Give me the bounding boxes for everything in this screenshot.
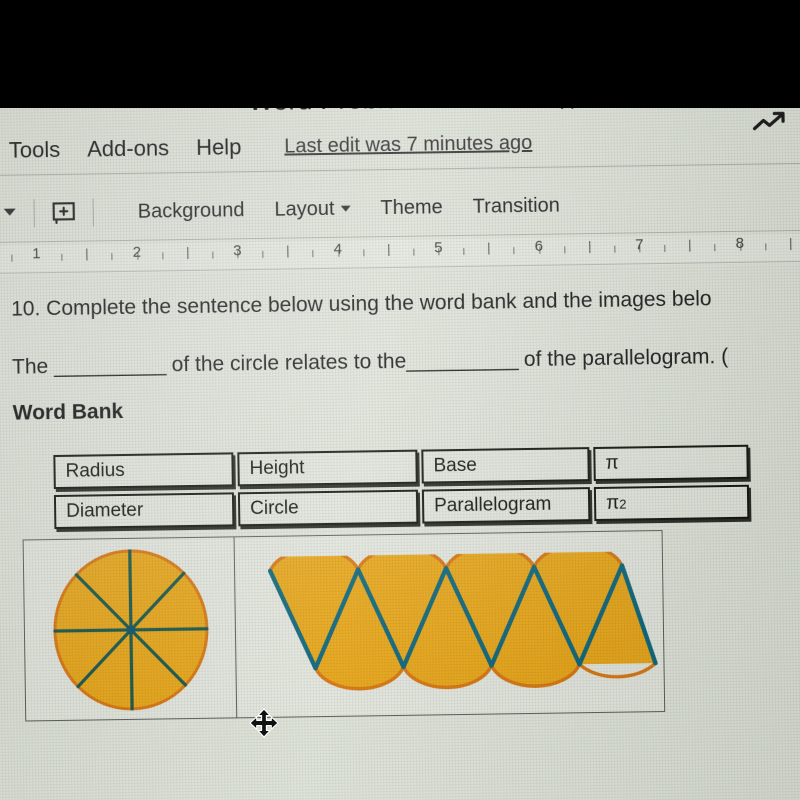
question-text: Complete the sentence below using the wo… bbox=[46, 287, 712, 321]
new-slide-icon[interactable] bbox=[49, 198, 79, 228]
chevron-down-icon[interactable] bbox=[0, 201, 20, 226]
word-bank-cell[interactable]: Base bbox=[421, 447, 590, 484]
word-bank-cell-label: Circle bbox=[249, 497, 299, 520]
word-bank-cell[interactable]: π2 bbox=[593, 484, 750, 522]
ruler-tick bbox=[362, 249, 365, 257]
layout-button[interactable]: Layout bbox=[274, 197, 351, 221]
ruler-tick bbox=[714, 244, 716, 252]
ruler-tick bbox=[86, 248, 88, 261]
theme-button[interactable]: Theme bbox=[380, 196, 443, 220]
word-bank-cell[interactable]: Circle bbox=[237, 489, 419, 527]
ruler-tick bbox=[513, 247, 515, 255]
ruler-tick bbox=[212, 251, 214, 259]
ruler-tick bbox=[287, 245, 289, 258]
ruler-tick bbox=[11, 254, 13, 262]
transition-button[interactable]: Transition bbox=[473, 194, 560, 218]
word-bank-cell-label: Base bbox=[433, 454, 478, 477]
layout-button-label: Layout bbox=[274, 197, 335, 221]
slide-canvas[interactable]: 10. Complete the sentence below using th… bbox=[0, 266, 800, 800]
menu-item-help[interactable]: Help bbox=[196, 134, 242, 161]
word-bank-cell[interactable]: Diameter bbox=[53, 492, 235, 530]
word-bank-cell-exponent: 2 bbox=[619, 496, 627, 512]
word-bank-heading: Word Bank bbox=[12, 400, 124, 425]
toolbar-divider-2 bbox=[92, 198, 94, 227]
word-bank-cell-label: Height bbox=[249, 457, 305, 480]
ruler-tick bbox=[463, 247, 465, 255]
sentence-part-3: of the parallelogram. ( bbox=[517, 345, 729, 372]
ruler-tick bbox=[588, 241, 591, 254]
ruler-tick bbox=[614, 245, 616, 253]
slides-toolbar: Background Layout Theme Transition bbox=[0, 176, 800, 240]
question-line: 10. Complete the sentence below using th… bbox=[11, 287, 712, 321]
figure-container[interactable] bbox=[22, 530, 666, 722]
word-bank-cell[interactable]: Radius bbox=[53, 452, 234, 490]
menu-item-add-ons[interactable]: Add-ons bbox=[87, 135, 169, 162]
wedges-svg bbox=[267, 551, 658, 691]
sentence-part-1: The bbox=[11, 355, 55, 379]
word-bank-cell[interactable]: Parallelogram bbox=[421, 487, 591, 524]
last-edit-link[interactable]: Last edit was 7 minutes ago bbox=[284, 131, 532, 158]
screen-surface: Word Problems bbox=[0, 83, 800, 800]
letterbox-top-bar bbox=[0, 0, 800, 108]
ruler-tick bbox=[111, 253, 113, 261]
ruler-number: 2 bbox=[132, 243, 142, 261]
ruler-tick bbox=[312, 250, 314, 258]
menu-item-tools[interactable]: Tools bbox=[9, 137, 61, 164]
ruler-number: 7 bbox=[634, 236, 644, 254]
ruler-number: 3 bbox=[233, 242, 242, 260]
ruler-number: 5 bbox=[434, 239, 443, 257]
ruler-tick bbox=[789, 238, 792, 251]
fill-in-sentence: The __________ of the circle relates to … bbox=[12, 345, 728, 380]
question-number: 10. bbox=[10, 297, 41, 321]
ruler-number: 6 bbox=[534, 237, 544, 255]
circle-svg bbox=[53, 549, 209, 711]
toolbar-divider bbox=[33, 199, 35, 228]
move-cursor-icon[interactable] bbox=[249, 708, 279, 743]
ruler-tick bbox=[187, 247, 189, 260]
sentence-blank-2: __________ bbox=[406, 348, 519, 373]
trending-up-icon[interactable] bbox=[750, 108, 790, 142]
word-bank-cell-label: Radius bbox=[65, 459, 125, 482]
word-bank-cell[interactable]: Height bbox=[237, 449, 418, 487]
word-bank-cell-label: π bbox=[605, 452, 619, 474]
sentence-blank-1: __________ bbox=[53, 353, 167, 379]
ruler-tick bbox=[764, 243, 767, 251]
rearranged-wedges-parallelogram-figure bbox=[236, 531, 665, 717]
ruler-tick bbox=[563, 246, 566, 254]
word-bank-cell-label: Diameter bbox=[66, 499, 144, 522]
ruler-tick bbox=[262, 250, 264, 258]
ruler-tick bbox=[689, 239, 691, 252]
ruler-tick bbox=[61, 253, 63, 261]
background-button[interactable]: Background bbox=[138, 199, 245, 224]
word-bank-cell-label: π bbox=[605, 492, 620, 514]
photographed-screen: Word Problems bbox=[0, 0, 800, 800]
ruler-number: 8 bbox=[735, 234, 745, 252]
ruler-tick bbox=[413, 248, 415, 256]
ruler-number: 1 bbox=[32, 245, 41, 263]
ruler-number: 4 bbox=[333, 240, 343, 258]
word-bank-cell[interactable]: π bbox=[593, 444, 749, 482]
sentence-part-2: of the circle relates to the bbox=[165, 349, 407, 377]
chevron-down-icon-layout bbox=[340, 205, 351, 212]
sectored-circle-figure bbox=[24, 537, 237, 720]
ruler-tick bbox=[161, 252, 164, 260]
ruler-tick bbox=[664, 244, 666, 252]
ruler-tick bbox=[488, 242, 490, 255]
word-bank-cell-label: Parallelogram bbox=[433, 493, 552, 517]
ruler-tick bbox=[387, 244, 390, 257]
word-bank-table: Radius Height Base π Diameter Circle Parallelo… bbox=[53, 444, 754, 530]
